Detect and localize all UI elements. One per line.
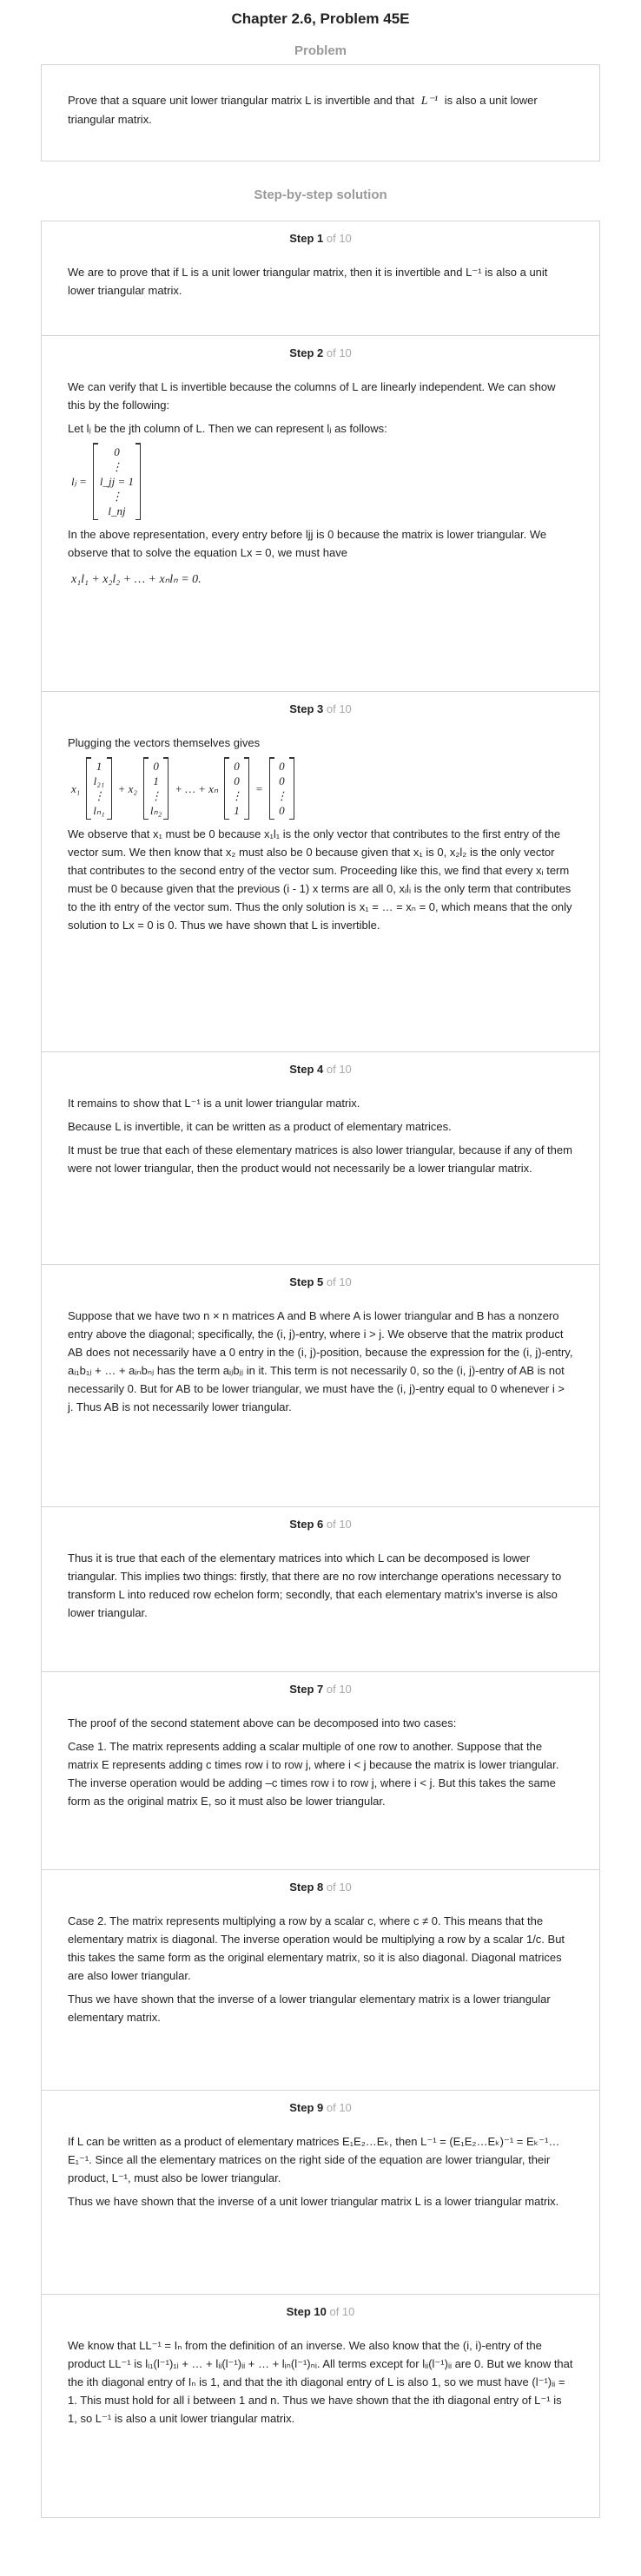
vector-n-entry: 0 [234, 774, 240, 787]
vector-n-entry: 1 [234, 804, 240, 817]
problem-box: Prove that a square unit lower triangula… [41, 64, 600, 161]
lj-vector-entry: 0 [114, 445, 120, 458]
step-equation: x₁l₁ + x₂l₂ + … + xₙlₙ = 0. [71, 573, 202, 586]
vector-2-entry: 0 [153, 760, 159, 773]
steps-list: Step 1 of 10 We are to prove that if L i… [41, 221, 600, 2518]
step-title: Step 2 of 10 [289, 346, 352, 359]
step-text: The proof of the second statement above … [68, 1716, 457, 1729]
zero-vector-entry: 0 [279, 760, 285, 773]
step-10: Step 10 of 10 We know that LL⁻¹ = Iₙ fro… [41, 2295, 600, 2518]
solution-page: Chapter 2.6, Problem 45E Problem Prove t… [0, 0, 641, 2518]
problem-math: L⁻¹ [420, 95, 439, 108]
step-text: Thus we have shown that the inverse of a… [68, 2195, 559, 2208]
vector-1-entry: ⋮ [93, 789, 105, 802]
step-title: Step 9 of 10 [289, 2101, 352, 2114]
vector-n-entry: ⋮ [231, 789, 243, 802]
vector-n-entry: 0 [234, 760, 240, 773]
step-text: Case 1. The matrix represents adding a s… [68, 1740, 559, 1808]
vector-1-entry: lₙ₁ [93, 804, 105, 817]
step-text: Case 2. The matrix represents multiplyin… [68, 1914, 565, 1982]
step-title: Step 1 of 10 [289, 232, 352, 245]
step-text: We can verify that L is invertible becau… [68, 380, 556, 412]
step-2: Step 2 of 10 We can verify that L is inv… [41, 336, 600, 692]
step-text: We observe that x₁ must be 0 because x₁l… [68, 827, 572, 932]
lj-vector-entry: l_jj = 1 [99, 475, 135, 488]
step-title: Step 8 of 10 [289, 1881, 352, 1894]
zero-vector-entry: 0 [279, 804, 285, 817]
chapter-title: Chapter 2.6, Problem 45E [231, 10, 410, 27]
vector-2-entry: ⋮ [150, 789, 162, 802]
step-text: Thus we have shown that the inverse of a… [68, 1993, 551, 2024]
step-text: Because L is invertible, it can be writt… [68, 1120, 452, 1133]
step-text: We are to prove that if L is a unit lowe… [68, 266, 548, 297]
step-text: Let lⱼ be the jth column of L. Then we c… [68, 422, 387, 435]
column-vector-1: 1 l₂₁ ⋮ lₙ₁ [86, 757, 112, 820]
lj-vector-entry: ⋮ [110, 460, 122, 473]
step-4: Step 4 of 10 It remains to show that L⁻¹… [41, 1052, 600, 1265]
vector-1-entry: 1 [96, 760, 102, 773]
lj-vector-entry: ⋮ [110, 490, 122, 503]
zero-vector-entry: ⋮ [275, 789, 287, 802]
column-vector: 0 ⋮ l_jj = 1 ⋮ l_nj [92, 443, 142, 520]
step-text: It must be true that each of these eleme… [68, 1143, 572, 1175]
step-text: Plugging the vectors themselves gives [68, 736, 261, 749]
problem-heading: Problem [294, 43, 347, 58]
vector-sum-equation: x₁ 1 l₂₁ ⋮ lₙ₁ + x₂ 0 1 ⋮ lₙ₂ + … + xₙ 0 0 ⋮ 1 = … [68, 757, 573, 820]
vector-2-entry: 1 [153, 774, 159, 787]
step-text: Suppose that we have two n × n matrices … [68, 1309, 573, 1413]
step-title: Step 5 of 10 [289, 1275, 352, 1288]
step-5: Step 5 of 10 Suppose that we have two n … [41, 1265, 600, 1507]
zero-vector: 0 0 ⋮ 0 [268, 757, 294, 820]
step-title: Step 10 of 10 [286, 2305, 355, 2318]
zero-vector-entry: 0 [279, 774, 285, 787]
step-7: Step 7 of 10 The proof of the second sta… [41, 1672, 600, 1870]
problem-text: Prove that a square unit lower triangula… [68, 94, 538, 126]
step-text: Thus it is true that each of the element… [68, 1552, 562, 1619]
step-title: Step 4 of 10 [289, 1063, 352, 1076]
step-3: Step 3 of 10 Plugging the vectors themse… [41, 692, 600, 1052]
step-title: Step 3 of 10 [289, 702, 352, 715]
step-title: Step 6 of 10 [289, 1518, 352, 1531]
solution-heading: Step-by-step solution [254, 188, 387, 202]
step-text: If L can be written as a product of elem… [68, 2135, 560, 2184]
step-text: In the above representation, every entry… [68, 528, 547, 559]
step-text: It remains to show that L⁻¹ is a unit lo… [68, 1097, 360, 1110]
step-9: Step 9 of 10 If L can be written as a pr… [41, 2091, 600, 2295]
column-vector-n: 0 0 ⋮ 1 [224, 757, 250, 820]
vector-2-entry: lₙ₂ [149, 804, 162, 817]
vector-1-entry: l₂₁ [93, 774, 105, 787]
step-6: Step 6 of 10 Thus it is true that each o… [41, 1507, 600, 1672]
step-8: Step 8 of 10 Case 2. The matrix represen… [41, 1870, 600, 2091]
lj-vector-entry: l_nj [108, 504, 126, 517]
step-1: Step 1 of 10 We are to prove that if L i… [41, 221, 600, 336]
step-title: Step 7 of 10 [289, 1683, 352, 1696]
column-vector-2: 0 1 ⋮ lₙ₂ [142, 757, 169, 820]
column-vector-definition: lⱼ = 0 ⋮ l_jj = 1 ⋮ l_nj [68, 443, 573, 520]
step-text: We know that LL⁻¹ = Iₙ from the definiti… [68, 2339, 573, 2425]
